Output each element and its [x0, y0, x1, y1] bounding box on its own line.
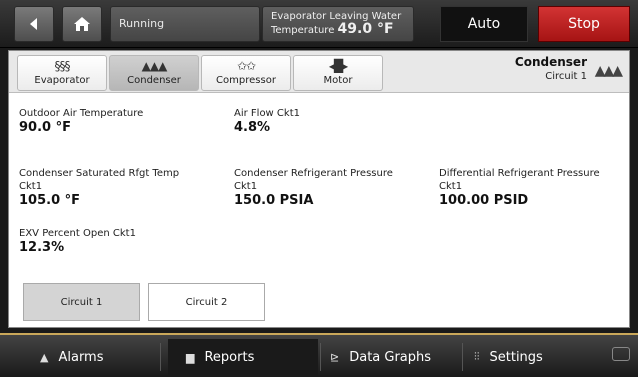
- tab-motor[interactable]: ◂█▸ Motor: [293, 55, 383, 91]
- home-button[interactable]: [62, 6, 102, 42]
- evaporator-temp-display: Evaporator Leaving Water Temperature 49.…: [262, 6, 414, 42]
- tab-label: Compressor: [216, 75, 276, 86]
- section-subtitle: Circuit 1: [545, 71, 587, 82]
- nav-label: Data Graphs: [349, 349, 432, 365]
- nav-divider: [462, 343, 463, 371]
- air-flow: Air Flow Ckt1 4.8%: [234, 107, 300, 136]
- field-label: EXV Percent Open Ckt1: [19, 228, 136, 239]
- circuit-selector: Circuit 1 Circuit 2: [9, 283, 629, 327]
- tab-label: Evaporator: [34, 75, 90, 86]
- nav-reports[interactable]: ▆ Reports: [168, 339, 318, 375]
- sliders-icon: ⫶⫶: [474, 350, 480, 363]
- field-value: 100.00 PSID: [439, 193, 529, 208]
- main-panel: §§§ Evaporator ▲▲▲ Condenser ✩✩ Compress…: [8, 50, 630, 328]
- top-bar: Running Evaporator Leaving Water Tempera…: [0, 0, 638, 48]
- field-value: 4.8%: [234, 120, 271, 135]
- evap-label-line2: Temperature: [271, 25, 335, 36]
- field-label: Air Flow Ckt1: [234, 108, 300, 119]
- exv-percent-open: EXV Percent Open Ckt1 12.3%: [19, 227, 136, 256]
- tab-bar: §§§ Evaporator ▲▲▲ Condenser ✩✩ Compress…: [9, 51, 629, 93]
- field-label-circuit: Ckt1: [19, 181, 43, 192]
- condenser-refrigerant-pressure: Condenser Refrigerant Pressure Ckt1 150.…: [234, 167, 393, 209]
- circuit-2-button[interactable]: Circuit 2: [148, 283, 265, 321]
- field-label: Differential Refrigerant Pressure: [439, 168, 600, 179]
- nav-divider: [320, 343, 321, 371]
- differential-refrigerant-pressure: Differential Refrigerant Pressure Ckt1 1…: [439, 167, 600, 209]
- condenser-icon: ▲▲▲: [141, 59, 168, 73]
- back-arrow-icon: [30, 18, 37, 30]
- back-button[interactable]: [14, 6, 54, 42]
- tab-compressor[interactable]: ✩✩ Compressor: [201, 55, 291, 91]
- field-value: 105.0 °F: [19, 193, 81, 208]
- field-label: Outdoor Air Temperature: [19, 108, 144, 119]
- field-value: 90.0 °F: [19, 120, 71, 135]
- section-header: Condenser Circuit 1: [515, 55, 587, 82]
- graph-icon: ⊵: [330, 350, 340, 364]
- nav-alarms[interactable]: ▲ Alarms: [40, 341, 104, 373]
- nav-divider: [160, 343, 161, 371]
- report-icon: ▆: [186, 350, 195, 364]
- field-label-circuit: Ckt1: [234, 181, 258, 192]
- section-title: Condenser: [514, 55, 587, 69]
- circuit-1-button[interactable]: Circuit 1: [23, 283, 140, 321]
- motor-icon: ◂█▸: [328, 59, 348, 73]
- chat-icon[interactable]: [612, 347, 630, 361]
- status-display: Running: [110, 6, 260, 42]
- bottom-nav: ▲ Alarms ▆ Reports ⊵ Data Graphs ⫶⫶ Sett…: [0, 333, 638, 377]
- nav-data-graphs[interactable]: ⊵ Data Graphs: [330, 341, 431, 373]
- tab-label: Condenser: [127, 75, 181, 86]
- home-icon: [74, 17, 90, 31]
- outdoor-air-temp: Outdoor Air Temperature 90.0 °F: [19, 107, 143, 136]
- stop-button[interactable]: Stop: [538, 6, 630, 42]
- nav-label: Settings: [489, 349, 543, 365]
- condenser-saturated-temp: Condenser Saturated Rfgt Temp Ckt1 105.0…: [19, 167, 179, 209]
- nav-label: Reports: [204, 349, 255, 365]
- tab-evaporator[interactable]: §§§ Evaporator: [17, 55, 107, 91]
- bell-icon: ▲: [40, 350, 49, 364]
- auto-button[interactable]: Auto: [440, 6, 528, 42]
- nav-settings[interactable]: ⫶⫶ Settings: [474, 341, 543, 373]
- evap-value: 49.0 °F: [337, 21, 394, 37]
- field-label-circuit: Ckt1: [439, 181, 463, 192]
- nav-label: Alarms: [58, 349, 104, 365]
- evaporator-icon: §§§: [54, 59, 71, 73]
- tab-condenser[interactable]: ▲▲▲ Condenser: [109, 55, 199, 91]
- tab-label: Motor: [323, 75, 353, 86]
- condenser-section-icon: ▲▲▲: [594, 63, 623, 79]
- field-value: 150.0 PSIA: [234, 193, 314, 208]
- field-value: 12.3%: [19, 240, 65, 255]
- field-label: Condenser Refrigerant Pressure: [234, 168, 393, 179]
- compressor-icon: ✩✩: [236, 59, 256, 73]
- field-label: Condenser Saturated Rfgt Temp: [19, 168, 180, 179]
